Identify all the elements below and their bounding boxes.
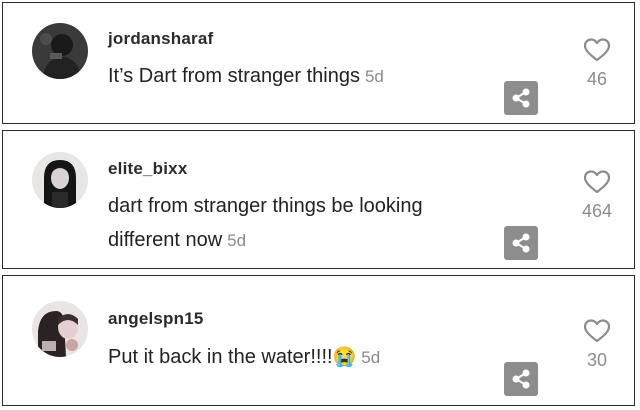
share-icon	[512, 369, 530, 389]
crying-emoji: 😭	[332, 347, 357, 368]
avatar-girl-icon	[32, 152, 88, 208]
comment-card: angelspn15 Put it back in the water!!!!😭…	[2, 275, 635, 406]
like-button[interactable]: 30	[567, 318, 627, 371]
share-button[interactable]	[504, 362, 538, 396]
comment-age: 5d	[227, 231, 247, 250]
comment-card: jordansharaf It’s Dart from stranger thi…	[2, 2, 635, 124]
share-button[interactable]	[504, 81, 538, 115]
like-count: 464	[581, 201, 613, 221]
heart-outline-icon	[583, 38, 611, 62]
comment-text: It’s Dart from stranger things 5d	[108, 59, 384, 94]
avatar-photo-icon	[32, 301, 88, 357]
comment-body: It’s Dart from stranger things	[108, 65, 360, 87]
comment-age: 5d	[361, 348, 381, 367]
comment-body-line-2-text: different now	[108, 229, 223, 251]
like-button[interactable]: 46	[567, 37, 627, 90]
comment-body-line-1: dart from stranger things be looking	[108, 195, 423, 217]
username[interactable]: elite_bixx	[108, 159, 188, 179]
share-button[interactable]	[504, 226, 538, 260]
username[interactable]: jordansharaf	[108, 29, 213, 49]
comment-body: Put it back in the water!!!!	[108, 346, 333, 368]
avatar[interactable]	[32, 23, 88, 79]
like-count: 30	[586, 350, 608, 370]
username[interactable]: angelspn15	[108, 309, 204, 329]
comment-card: elite_bixx dart from stranger things be …	[2, 130, 635, 269]
share-icon	[512, 233, 530, 253]
heart-outline-icon	[583, 170, 611, 194]
comment-body-line-2: different now 5d	[108, 223, 423, 258]
avatar[interactable]	[32, 301, 88, 357]
comment-age: 5d	[364, 67, 384, 86]
like-count: 46	[586, 69, 608, 89]
like-button[interactable]: 464	[567, 169, 627, 222]
comment-text: Put it back in the water!!!!😭 5d	[108, 340, 380, 375]
heart-outline-icon	[583, 319, 611, 343]
avatar[interactable]	[32, 152, 88, 208]
avatar-dark-icon	[32, 23, 88, 79]
share-icon	[512, 88, 530, 108]
comment-text: dart from stranger things be looking dif…	[108, 189, 423, 258]
